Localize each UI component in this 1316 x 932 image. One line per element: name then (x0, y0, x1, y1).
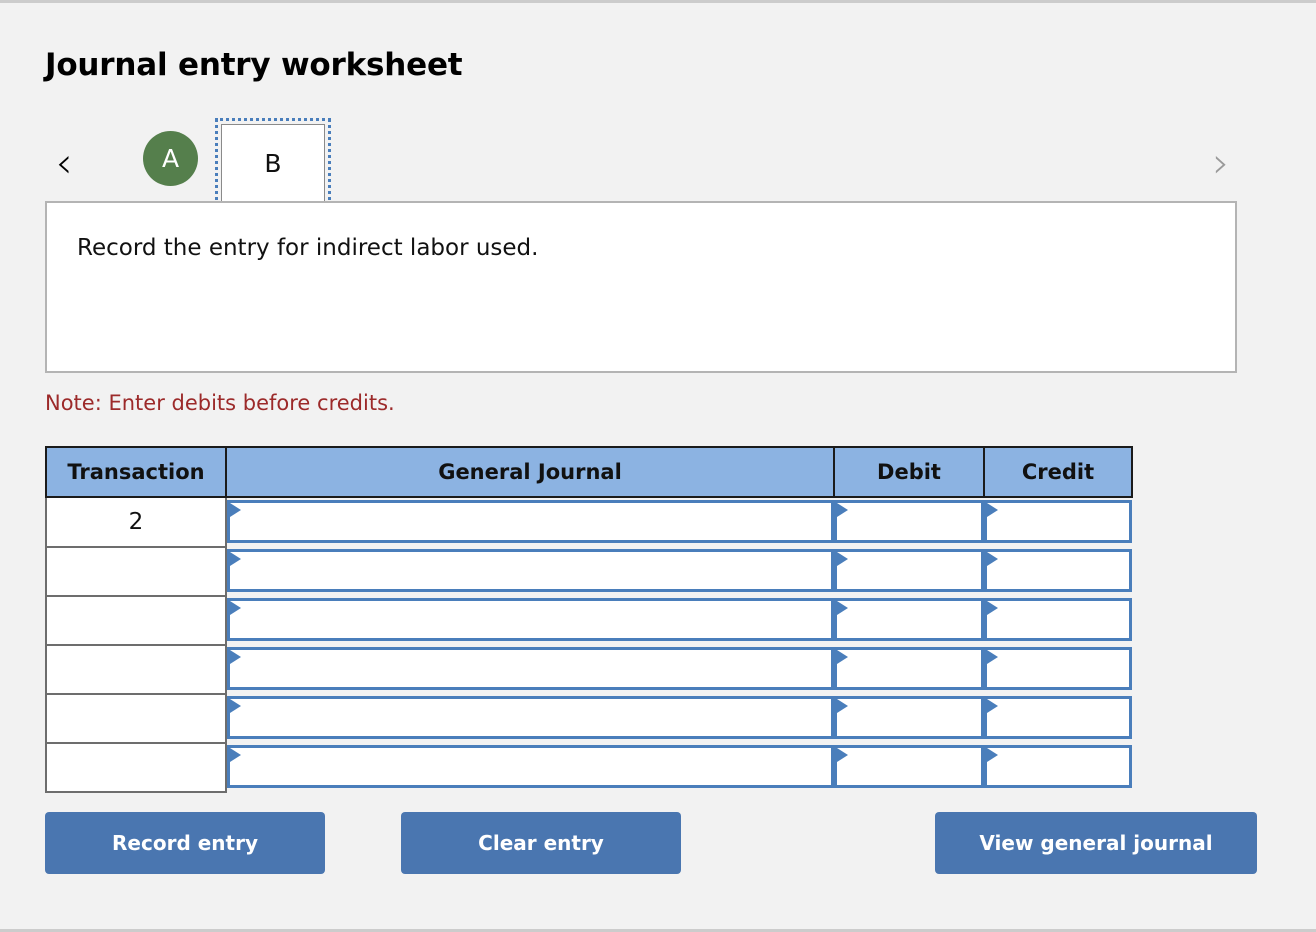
transaction-cell (45, 595, 227, 646)
credit-input[interactable] (984, 549, 1132, 592)
tab-a[interactable]: A (143, 131, 198, 186)
account-name-input[interactable] (227, 647, 834, 690)
transaction-cell (45, 644, 227, 695)
general-journal-cell[interactable] (226, 645, 834, 694)
tab-b[interactable]: B (215, 118, 331, 208)
credit-input[interactable] (984, 598, 1132, 641)
column-header-general-journal: General Journal (225, 446, 835, 498)
column-header-credit: Credit (983, 446, 1133, 498)
table-row (45, 693, 1132, 744)
column-header-transaction: Transaction (45, 446, 227, 498)
credit-cell[interactable] (984, 645, 1132, 694)
account-name-input[interactable] (227, 500, 834, 543)
account-name-input[interactable] (227, 696, 834, 739)
debit-input[interactable] (834, 549, 984, 592)
instruction-text: Record the entry for indirect labor used… (77, 235, 539, 261)
debit-input[interactable] (834, 696, 984, 739)
chevron-left-icon[interactable]: ‹ (45, 138, 83, 188)
view-general-journal-button[interactable]: View general journal (935, 812, 1257, 874)
table-row (45, 595, 1132, 646)
record-entry-button[interactable]: Record entry (45, 812, 325, 874)
table-row (45, 742, 1132, 793)
general-journal-cell[interactable] (226, 694, 834, 743)
debit-input[interactable] (834, 647, 984, 690)
general-journal-cell[interactable] (226, 596, 834, 645)
transaction-cell (45, 742, 227, 793)
debit-cell[interactable] (834, 596, 984, 645)
page-title: Journal entry worksheet (45, 47, 463, 83)
transaction-cell (45, 693, 227, 744)
debit-cell[interactable] (834, 547, 984, 596)
table-header-row: Transaction General Journal Debit Credit (45, 446, 1133, 498)
account-name-input[interactable] (227, 745, 834, 788)
tab-strip: ‹ A B › (45, 118, 1240, 208)
account-name-input[interactable] (227, 549, 834, 592)
credit-cell[interactable] (984, 694, 1132, 743)
instruction-panel: Record the entry for indirect labor used… (45, 201, 1237, 373)
debit-cell[interactable] (834, 645, 984, 694)
transaction-cell (45, 546, 227, 597)
table-row (45, 644, 1132, 695)
credit-cell[interactable] (984, 596, 1132, 645)
credit-cell[interactable] (984, 497, 1132, 547)
credit-cell[interactable] (984, 547, 1132, 596)
credit-input[interactable] (984, 500, 1132, 543)
tab-b-label: B (221, 124, 325, 202)
table-row: 2 (45, 496, 1132, 548)
column-header-debit: Debit (833, 446, 985, 498)
account-name-input[interactable] (227, 598, 834, 641)
debits-before-credits-note: Note: Enter debits before credits. (45, 391, 395, 415)
credit-cell[interactable] (984, 743, 1132, 792)
table-row (45, 546, 1132, 597)
general-journal-cell[interactable] (226, 743, 834, 792)
debit-cell[interactable] (834, 743, 984, 792)
debit-input[interactable] (834, 500, 984, 543)
clear-entry-button[interactable]: Clear entry (401, 812, 681, 874)
debit-input[interactable] (834, 598, 984, 641)
chevron-right-icon[interactable]: › (1202, 138, 1240, 188)
credit-input[interactable] (984, 745, 1132, 788)
debit-cell[interactable] (834, 694, 984, 743)
worksheet-page: Journal entry worksheet ‹ A B › Record t… (0, 3, 1316, 929)
debit-input[interactable] (834, 745, 984, 788)
general-journal-cell[interactable] (226, 547, 834, 596)
credit-input[interactable] (984, 647, 1132, 690)
credit-input[interactable] (984, 696, 1132, 739)
debit-cell[interactable] (834, 497, 984, 547)
journal-entry-table: Transaction General Journal Debit Credit… (45, 446, 1133, 793)
general-journal-cell[interactable] (226, 497, 834, 547)
transaction-cell: 2 (45, 496, 227, 548)
